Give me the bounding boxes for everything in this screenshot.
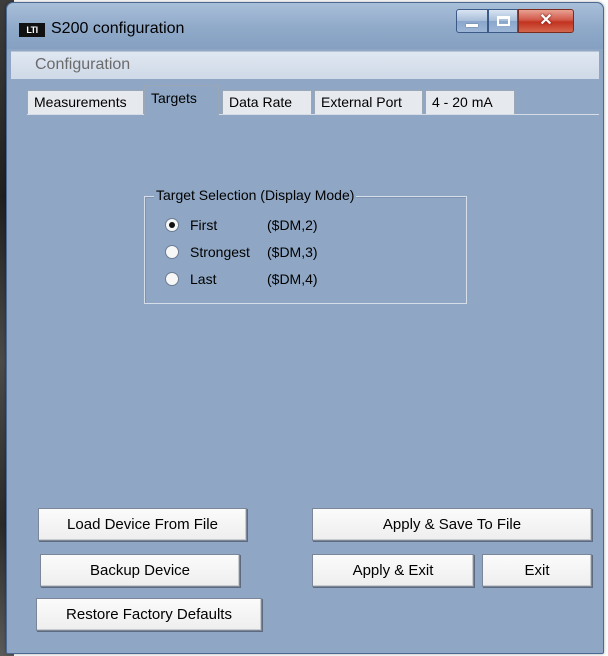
maximize-icon xyxy=(496,16,510,26)
menu-item-configuration[interactable]: Configuration xyxy=(35,56,130,74)
tab-external-port[interactable]: External Port xyxy=(314,90,423,115)
minimize-icon xyxy=(466,23,478,27)
radio-button-last[interactable] xyxy=(165,272,179,286)
radio-label-first: First xyxy=(190,217,218,233)
radio-button-strongest[interactable] xyxy=(165,245,179,259)
tab-measurements[interactable]: Measurements xyxy=(27,90,144,115)
minimize-button[interactable] xyxy=(456,9,488,33)
maximize-button[interactable] xyxy=(488,9,518,33)
target-selection-title: Target Selection (Display Mode) xyxy=(154,187,357,203)
tab-4-20-ma[interactable]: 4 - 20 mA xyxy=(425,90,515,115)
tab-data-rate[interactable]: Data Rate xyxy=(222,90,312,115)
exit-button[interactable]: Exit xyxy=(482,554,592,587)
radio-label-strongest: Strongest xyxy=(190,244,250,260)
radio-label-last: Last xyxy=(190,271,217,287)
close-icon: ✕ xyxy=(539,12,553,29)
radio-code-strongest: ($DM,3) xyxy=(267,244,318,260)
tab-targets[interactable]: Targets xyxy=(144,85,219,116)
menu-bar: Configuration xyxy=(11,51,599,79)
backup-device-button[interactable]: Backup Device xyxy=(40,554,240,587)
window-title: S200 configuration xyxy=(51,20,185,37)
radio-button-first[interactable] xyxy=(165,218,179,232)
radio-code-last: ($DM,4) xyxy=(267,271,318,287)
app-logo-icon: LTI xyxy=(19,23,45,37)
apply-save-to-file-button[interactable]: Apply & Save To File xyxy=(312,508,592,541)
close-button[interactable]: ✕ xyxy=(518,9,574,33)
apply-exit-button[interactable]: Apply & Exit xyxy=(312,554,474,587)
load-device-from-file-button[interactable]: Load Device From File xyxy=(38,508,247,541)
radio-code-first: ($DM,2) xyxy=(267,217,318,233)
title-bar[interactable]: LTI S200 configuration ✕ xyxy=(7,3,603,49)
tab-strip: Measurements Targets Data Rate External … xyxy=(27,85,593,116)
restore-factory-defaults-button[interactable]: Restore Factory Defaults xyxy=(36,598,262,631)
config-window: LTI S200 configuration ✕ Configuration M… xyxy=(6,2,604,654)
